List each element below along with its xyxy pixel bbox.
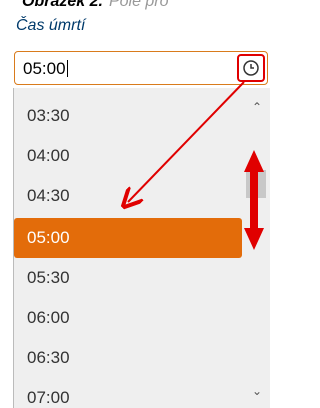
- field-label: Čas úmrtí: [16, 17, 86, 34]
- time-value-text: 05:00: [23, 59, 66, 78]
- time-option-selected[interactable]: 05:00: [14, 218, 242, 258]
- time-option[interactable]: 06:30: [14, 338, 242, 378]
- time-option[interactable]: 06:00: [14, 298, 242, 338]
- clock-icon: [243, 60, 259, 76]
- time-option[interactable]: 03:30: [14, 96, 242, 136]
- scroll-down-icon[interactable]: ⌄: [252, 384, 262, 398]
- time-option[interactable]: 07:00: [14, 378, 242, 408]
- caption-rest: Pole pro: [108, 0, 169, 10]
- scrollbar-thumb[interactable]: [246, 170, 266, 198]
- text-caret: [66, 60, 68, 77]
- time-input[interactable]: 05:00: [14, 51, 268, 85]
- time-dropdown-list[interactable]: 03:30 04:00 04:30 05:00 05:30 06:00 06:30 07:00…: [13, 88, 270, 408]
- caption-prefix: Obrázek 2.: [22, 0, 103, 10]
- time-input-value[interactable]: 05:00: [23, 59, 68, 79]
- time-option[interactable]: 04:30: [14, 176, 242, 216]
- time-picker-button[interactable]: [237, 54, 265, 82]
- time-option[interactable]: 05:30: [14, 258, 242, 298]
- figure-caption: Obrázek 2. Pole pro: [22, 0, 169, 11]
- time-option[interactable]: 04:00: [14, 136, 242, 176]
- scroll-up-icon[interactable]: ⌃: [252, 100, 262, 114]
